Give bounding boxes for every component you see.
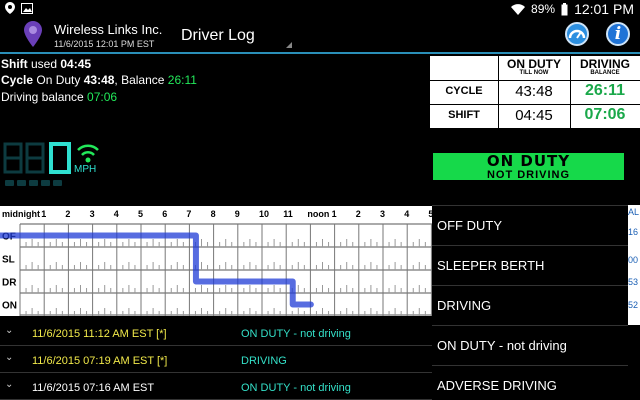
cycle-on-duty-label: On Duty [33, 73, 84, 87]
shift-used-label: used [27, 57, 61, 71]
menu-item-off-duty[interactable]: OFF DUTY [432, 205, 628, 245]
row-label: SL [2, 255, 15, 266]
duty-status-main: ON DUTY [486, 152, 571, 170]
wifi-icon [511, 3, 526, 15]
strip-value: 00 [628, 255, 639, 265]
row-label: DR [2, 278, 17, 289]
hour-tick-label: 6 [162, 209, 167, 219]
strip-value: 16 [628, 227, 639, 237]
hour-tick-label: 3 [380, 209, 385, 219]
on-duty-subheader: TILL NOW [519, 70, 549, 76]
hour-tick-label: 9 [235, 209, 240, 219]
chevron-down-icon[interactable]: ⌄ [5, 325, 13, 336]
log-entry-time: 11/6/2015 07:16 AM EST [32, 382, 155, 394]
duty-status-sub: NOT DRIVING [486, 169, 571, 181]
menu-item-sleeper-berth[interactable]: SLEEPER BERTH [432, 245, 628, 285]
status-clock: 12:01 PM [574, 1, 634, 17]
driving-summary: Driving balance 07:06 [1, 90, 117, 104]
log-entry-time: 11/6/2015 07:19 AM EST [*] [32, 355, 168, 367]
strip-label: AL [628, 207, 640, 217]
log-entry[interactable]: ⌄ 11/6/2015 07:16 AM EST ON DUTY - not d… [0, 374, 432, 400]
battery-percent: 89% [531, 2, 556, 16]
header-datetime: 11/6/2015 12:01 PM EST [54, 39, 155, 49]
speed-value: 0 [55, 167, 57, 169]
hour-tick-label: 3 [90, 209, 95, 219]
driving-balance-value: 07:06 [87, 90, 118, 104]
screen-title[interactable]: Driver Log [181, 27, 255, 45]
hour-tick-label: 7 [186, 209, 191, 219]
row-label: ON [2, 301, 17, 312]
log-entry-status: ON DUTY - not driving [241, 382, 351, 394]
hour-tick-label: 4 [114, 209, 119, 219]
dashboard-gauge-button[interactable] [565, 22, 589, 46]
log-entry[interactable]: ⌄ 11/6/2015 07:19 AM EST [*] DRIVING [0, 347, 432, 373]
shift-on-duty-cell: 04:45 [515, 107, 553, 124]
driving-subheader: BALANCE [590, 70, 620, 76]
hour-tick-label: 5 [138, 209, 143, 219]
hour-tick-label: 2 [356, 209, 361, 219]
speed-unit: MPH [74, 164, 96, 175]
shift-label: Shift [1, 57, 28, 71]
hours-table: ON DUTY TILL NOW DRIVING BALANCE CYCLE 4… [430, 56, 640, 128]
hour-tick-label: 4 [404, 209, 409, 219]
shift-used-value: 04:45 [60, 57, 92, 71]
cycle-balance-label: , Balance [114, 73, 168, 87]
chevron-down-icon[interactable]: ⌄ [5, 379, 13, 390]
cycle-on-duty-value: 43:48 [83, 73, 115, 87]
log-entry[interactable]: ⌄ 11/6/2015 11:12 AM EST [*] ON DUTY - n… [0, 320, 432, 346]
cycle-driving-cell: 26:11 [584, 82, 626, 99]
chart-totals-strip: AL 16 00 53 52 [628, 205, 640, 325]
location-icon [5, 2, 15, 14]
cycle-summary: Cycle On Duty 43:48, Balance 26:11 [1, 73, 197, 87]
hour-tick-label: 10 [259, 209, 269, 219]
strip-value: 52 [628, 300, 639, 310]
driving-balance-label: Driving balance [1, 90, 88, 104]
cycle-on-duty-cell: 43:48 [515, 83, 553, 100]
hour-tick-label: 11 [283, 209, 293, 219]
map-pin-logo-icon[interactable] [24, 21, 42, 47]
gauge-icon [568, 29, 586, 39]
duty-status-menu: OFF DUTY SLEEPER BERTH DRIVING ON DUTY -… [432, 205, 628, 400]
hour-tick-label: noon [307, 209, 329, 219]
log-entry-status: ON DUTY - not driving [241, 328, 351, 340]
hour-tick-label: 1 [332, 209, 337, 219]
on-duty-header: ON DUTY [507, 57, 561, 71]
speedometer: MPH 0 [2, 138, 112, 198]
chevron-down-icon[interactable]: ⌄ [5, 352, 13, 363]
cycle-row-label: CYCLE [445, 85, 483, 97]
menu-item-driving[interactable]: DRIVING [432, 285, 628, 325]
hour-tick-label: 2 [65, 209, 70, 219]
status-bar: 89% 12:01 PM [0, 0, 640, 17]
driving-header: DRIVING [579, 57, 630, 71]
hour-tick-label: 8 [211, 209, 216, 219]
gallery-icon [21, 2, 33, 14]
speed-digit [49, 142, 71, 174]
chart-background [0, 206, 432, 316]
company-name: Wireless Links Inc. [54, 22, 163, 37]
hour-tick-label: 1 [41, 209, 46, 219]
shift-row-label: SHIFT [448, 109, 480, 121]
shift-driving-cell: 07:06 [584, 106, 626, 123]
title-dropdown-indicator [286, 42, 292, 48]
menu-item-on-duty[interactable]: ON DUTY - not driving [432, 325, 628, 365]
signal-icon [77, 144, 99, 156]
cycle-label: Cycle [1, 73, 34, 87]
cycle-balance-value: 26:11 [167, 73, 197, 87]
info-button[interactable]: i [606, 22, 630, 46]
hour-tick-label: midnight [2, 209, 40, 219]
menu-item-adverse-driving[interactable]: ADVERSE DRIVING [432, 365, 628, 400]
info-icon: i [614, 24, 622, 44]
strip-value: 53 [628, 277, 639, 287]
duty-status-indicator[interactable]: ON DUTY NOT DRIVING [431, 151, 626, 182]
shift-summary: Shift used 04:45 [1, 57, 91, 71]
app-header: Wireless Links Inc. 11/6/2015 12:01 PM E… [0, 17, 640, 54]
log-entry-time: 11/6/2015 11:12 AM EST [*] [32, 328, 167, 340]
log-entry-status: DRIVING [241, 355, 287, 367]
battery-icon [561, 2, 568, 15]
duty-log-chart: midnight 1 2 3 4 5 6 7 8 9 10 11 noon 1 2 3 4 5OFSLDRON [0, 206, 432, 316]
